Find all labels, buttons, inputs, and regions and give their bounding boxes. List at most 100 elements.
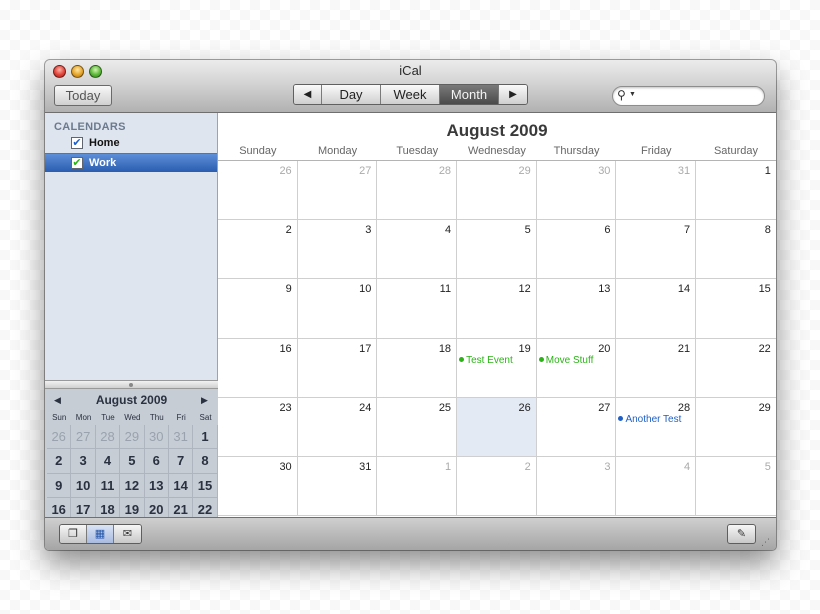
day-cell[interactable]: 27 xyxy=(536,397,617,457)
day-cell[interactable]: 7 xyxy=(616,220,697,280)
mini-month-icon[interactable]: ▦ xyxy=(87,525,114,543)
month-view: August 2009 Sunday Monday Tuesday Wednesday… xyxy=(218,113,776,517)
day-cell[interactable]: 16 xyxy=(218,338,298,398)
calendar-item-work[interactable]: ✔ Work xyxy=(45,153,217,172)
pushpin-icon[interactable]: ✎ xyxy=(727,524,756,544)
mini-day-cell[interactable]: 30 xyxy=(144,425,169,450)
day-number: 9 xyxy=(285,283,292,296)
day-cell[interactable]: 10 xyxy=(297,279,378,339)
mini-day-cell[interactable]: 7 xyxy=(168,449,194,474)
day-cell[interactable]: 11 xyxy=(377,279,458,339)
mini-day-cell[interactable]: 4 xyxy=(95,449,121,474)
mini-day-cell[interactable]: 29 xyxy=(120,425,145,450)
chevron-down-icon[interactable]: ▼ xyxy=(629,91,636,98)
mini-day-cell[interactable]: 13 xyxy=(144,473,169,499)
search-icon[interactable]: ⚲ xyxy=(617,88,626,102)
mini-day-cell[interactable]: 8 xyxy=(193,449,218,474)
day-cell[interactable]: 26 xyxy=(457,397,537,457)
day-cell[interactable]: 27 xyxy=(297,161,378,221)
day-cell[interactable]: 29 xyxy=(696,398,776,457)
day-cell[interactable]: 2 xyxy=(218,220,298,280)
event-title: Another Test xyxy=(625,413,682,425)
day-cell[interactable]: 25 xyxy=(377,397,458,457)
day-cell[interactable]: 26 xyxy=(218,161,298,221)
mini-day-cell[interactable]: 26 xyxy=(47,425,72,450)
day-cell[interactable]: 30 xyxy=(536,161,617,221)
weekday-label: Friday xyxy=(641,145,672,157)
day-cell[interactable]: 14 xyxy=(616,279,697,339)
mini-weekday-label: Mon xyxy=(75,413,92,422)
mini-day-cell[interactable]: 12 xyxy=(120,473,145,499)
day-cell[interactable]: 29 xyxy=(457,161,537,221)
ical-window: iCal Today ◀ Day Week Month ▶ ⚲ ▼ CALEND… xyxy=(45,60,776,550)
day-cell[interactable]: 3 xyxy=(297,220,378,280)
day-number: 4 xyxy=(684,460,691,473)
event-item[interactable]: Move Stuff xyxy=(538,355,593,366)
mini-day-cell[interactable]: 31 xyxy=(168,425,194,450)
day-cell[interactable]: 6 xyxy=(536,220,617,280)
day-cell[interactable]: 24 xyxy=(297,397,378,457)
titlebar: iCal Today ◀ Day Week Month ▶ ⚲ ▼ xyxy=(45,60,776,113)
calendar-name: Work xyxy=(89,157,117,169)
day-view-button[interactable]: Day xyxy=(322,85,381,104)
checkbox-home[interactable]: ✔ xyxy=(71,137,83,149)
day-cell[interactable]: 23 xyxy=(218,397,298,457)
mini-day-cell[interactable]: 11 xyxy=(95,473,121,499)
day-cell[interactable]: 1 xyxy=(377,456,458,517)
envelope-icon[interactable]: ✉ xyxy=(114,525,141,543)
day-cell[interactable]: 4 xyxy=(377,220,458,280)
day-number: 24 xyxy=(359,401,372,414)
day-cell[interactable]: 18 xyxy=(377,338,458,398)
day-cell[interactable]: 22 xyxy=(696,339,776,398)
day-cell[interactable]: 1 xyxy=(696,161,776,221)
day-cell[interactable]: 21 xyxy=(616,338,697,398)
mini-next-month-icon[interactable]: ▶ xyxy=(201,395,208,406)
day-cell[interactable]: 20 Move Stuff xyxy=(536,338,617,398)
day-cell[interactable]: 5 xyxy=(457,220,537,280)
day-cell[interactable]: 4 xyxy=(616,456,697,517)
day-cell[interactable]: 30 xyxy=(218,456,298,517)
mini-day-cell[interactable]: 14 xyxy=(168,473,194,499)
day-cell[interactable]: 8 xyxy=(696,220,776,280)
sidebar-splitter[interactable] xyxy=(45,380,218,389)
search-field[interactable]: ⚲ ▼ xyxy=(612,86,765,106)
event-item[interactable]: Test Event xyxy=(459,355,513,366)
month-view-button[interactable]: Month xyxy=(440,85,499,104)
mini-day-cell[interactable]: 6 xyxy=(144,449,169,474)
day-number: 26 xyxy=(279,165,292,177)
day-cell[interactable]: 31 xyxy=(616,161,697,221)
day-cell[interactable]: 17 xyxy=(297,338,378,398)
mini-day-cell[interactable]: 9 xyxy=(47,473,72,499)
next-period-icon[interactable]: ▶ xyxy=(499,85,527,104)
day-number: 4 xyxy=(444,224,452,237)
calendar-item-home[interactable]: ✔ Home xyxy=(45,134,217,153)
week-view-button[interactable]: Week xyxy=(381,85,440,104)
day-cell[interactable]: 3 xyxy=(536,456,617,517)
mini-day-cell[interactable]: 27 xyxy=(71,425,96,450)
day-cell[interactable]: 12 xyxy=(457,279,537,339)
mini-day-cell[interactable]: 1 xyxy=(193,425,218,450)
previous-period-icon[interactable]: ◀ xyxy=(294,85,322,104)
mini-day-cell[interactable]: 28 xyxy=(95,425,121,450)
day-number: 11 xyxy=(439,283,452,296)
mini-day-cell[interactable]: 15 xyxy=(193,473,218,499)
mini-day-cell[interactable]: 5 xyxy=(120,449,145,474)
window-title: iCal xyxy=(399,63,422,78)
mini-day-cell[interactable]: 10 xyxy=(71,473,96,499)
today-button[interactable]: Today xyxy=(54,85,112,106)
day-cell[interactable]: 15 xyxy=(696,279,776,339)
resize-grip-icon[interactable]: ⋰ xyxy=(761,537,770,548)
day-cell[interactable]: 9 xyxy=(218,279,298,339)
day-cell[interactable]: 5 xyxy=(696,457,776,517)
mini-day-cell[interactable]: 3 xyxy=(71,449,96,474)
day-cell[interactable]: 19 Test Event xyxy=(457,338,537,398)
day-cell[interactable]: 2 xyxy=(457,456,537,517)
day-cell[interactable]: 28 Another Test xyxy=(616,397,697,457)
calendar-list-icon[interactable]: ❐ xyxy=(60,525,87,543)
day-cell[interactable]: 31 xyxy=(297,456,378,517)
day-cell[interactable]: 28 xyxy=(377,161,458,221)
day-cell[interactable]: 13 xyxy=(536,279,617,339)
checkbox-work[interactable]: ✔ xyxy=(71,157,83,169)
event-item[interactable]: Another Test xyxy=(618,414,681,425)
mini-day-cell[interactable]: 2 xyxy=(47,449,72,474)
